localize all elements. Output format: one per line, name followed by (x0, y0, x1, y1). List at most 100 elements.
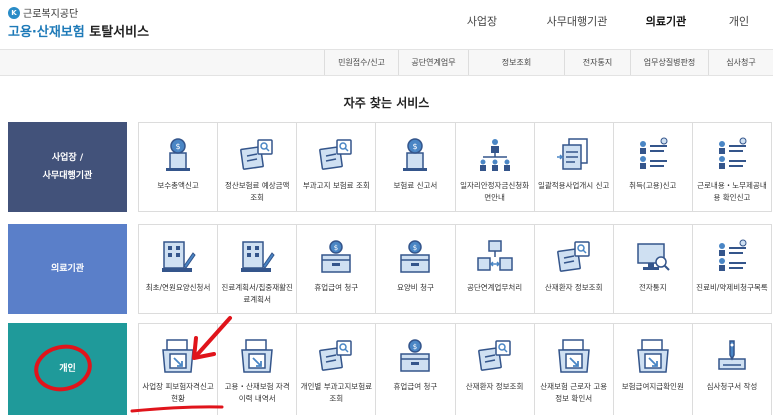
hospital-pen-icon (241, 241, 275, 272)
service-tile[interactable]: 부과고지 보험료 조회 (297, 123, 377, 212)
service-tile-label: 개인별 부과고지보험료 조회 (300, 382, 372, 403)
service-tile[interactable]: 산재환자 정보조회 (455, 324, 535, 415)
people-list-icon (718, 239, 747, 271)
service-tile-label: 최초/연원요양신청서 (145, 283, 211, 292)
svg-text:$: $ (413, 142, 418, 151)
service-tile-label: 보험급여지급확인원 (621, 382, 684, 391)
service-tile-label: 근로내용・노무제공내용 확인신고 (697, 181, 767, 202)
subnav-info-lookup[interactable]: 정보조회 (468, 50, 564, 75)
gnb-agency[interactable]: 사무대행기관 (527, 13, 627, 29)
service-tile-label: 사업장 피보험자격신고현황 (142, 382, 214, 403)
sub-nav: 민원접수/신고 공단연계업무 정보조회 전자통지 업무상질병판정 심사청구 (0, 49, 773, 76)
doc-search-icon (240, 139, 273, 170)
service-tile[interactable]: 정산보험료 예상금액 조회 (218, 123, 298, 212)
logo-title: 고용·산재보험 토탈서비스 (8, 21, 149, 40)
service-tile-label: 심사청구서 작성 (706, 382, 758, 391)
service-tile-label: 산재환자 정보조회 (544, 283, 603, 292)
service-tile[interactable]: $ 보험료 신고서 (376, 123, 456, 212)
download-doc-icon (557, 339, 590, 373)
service-tile-label: 산재환자 정보조회 (465, 382, 524, 391)
service-tile[interactable]: 일자리안정자금신청화면안내 (455, 123, 535, 212)
doc-search-icon (319, 340, 353, 371)
gnb-business[interactable]: 사업장 (437, 13, 527, 29)
service-tile-label: 휴업급여 청구 (393, 382, 438, 391)
service-tile-label: 일괄적용사업개시 신고 (537, 181, 610, 190)
service-tile[interactable]: $ 요양비 청구 (376, 225, 456, 314)
category-business: 사업장 / 사무대행기관 (8, 122, 127, 212)
coin-box-icon: $ (321, 240, 352, 273)
doc-search-icon (556, 241, 590, 272)
category-personal: 개인 (8, 323, 127, 415)
service-tile[interactable]: 취득(고용)신고 (613, 123, 693, 212)
org-chart-icon (479, 139, 510, 171)
service-tile-label: 전자통지 (639, 283, 667, 292)
category-medical: 의료기관 (8, 224, 127, 314)
service-tile-label: 보수총액신고 (157, 181, 199, 190)
service-tile-label: 진료계획서/집중재활진료계획서 (221, 283, 293, 304)
service-tile[interactable]: 고용・산재보험 자격 이력 내역서 (218, 324, 298, 415)
subnav-review-claim[interactable]: 심사청구 (708, 50, 773, 75)
service-tile[interactable]: 전자통지 (613, 225, 693, 314)
service-tile[interactable]: 개인별 부과고지보험료 조회 (297, 324, 377, 415)
monitor-search-icon (637, 243, 670, 271)
service-tile[interactable]: 진료비/약제비청구목록 (692, 225, 772, 314)
coin-box-icon: $ (400, 339, 431, 372)
subnav-linked-work[interactable]: 공단연계업무 (398, 50, 468, 75)
service-tile-label: 일자리안정자금신청화면안내 (460, 181, 530, 202)
site-header: K 근로복지공단 고용·산재보험 토탈서비스 사업장 사무대행기관 의료기관 개… (0, 0, 773, 48)
service-tile[interactable]: 일괄적용사업개시 신고 (534, 123, 614, 212)
service-grid-medical: 최초/연원요양신청서 진료계획서/집중재활진료계획서 $ 휴업급여 청구 $ 요양비 청구… (138, 224, 772, 314)
svg-text:$: $ (176, 142, 181, 151)
service-tile-label: 정산보험료 예상금액 조회 (224, 181, 290, 202)
service-tile-label: 취득(고용)신고 (629, 181, 677, 190)
coin-doc-icon: $ (403, 138, 428, 171)
service-tile[interactable]: 근로내용・노무제공내용 확인신고 (692, 123, 772, 212)
service-tile[interactable]: $ 휴업급여 청구 (376, 324, 456, 415)
download-doc-icon (636, 339, 669, 373)
doc-search-icon (477, 340, 511, 371)
service-tile[interactable]: 산재환자 정보조회 (534, 225, 614, 314)
service-tile-label: 진료비/약제비청구목록 (696, 283, 768, 292)
people-list-icon (718, 137, 747, 169)
download-doc-icon (241, 339, 274, 373)
svg-text:$: $ (413, 244, 417, 252)
service-tile-label: 휴업급여 청구 (314, 283, 359, 292)
logo-title-blue: 고용·산재보험 (8, 25, 85, 40)
service-tile[interactable]: 공단연계업무처리 (455, 225, 535, 314)
service-grid-personal: 사업장 피보험자격신고현황 고용・산재보험 자격 이력 내역서 개인별 부과고지보험… (138, 323, 772, 415)
service-tile-label: 고용・산재보험 자격 이력 내역서 (224, 382, 290, 403)
download-doc-icon (162, 339, 194, 373)
docs-stack-icon (556, 138, 588, 170)
link-folders-icon (476, 240, 513, 271)
pen-doc-icon (718, 340, 746, 370)
service-tile[interactable]: 사업장 피보험자격신고현황 (139, 324, 219, 415)
site-logo[interactable]: K 근로복지공단 고용·산재보험 토탈서비스 (8, 5, 149, 40)
doc-search-icon (319, 139, 353, 170)
service-tile-label: 보험료 신고서 (393, 181, 438, 190)
service-tile[interactable]: 진료계획서/집중재활진료계획서 (218, 225, 298, 314)
global-nav: 사업장 사무대행기관 의료기관 개인 (437, 13, 773, 29)
service-grid-business: $ 보수총액신고 정산보험료 예상금액 조회 부과고지 보험료 조회 $ 보험료 신고서 일… (138, 122, 772, 212)
logo-org-name: 근로복지공단 (23, 9, 79, 20)
service-tile[interactable]: $ 휴업급여 청구 (297, 225, 377, 314)
subnav-disease-judgment[interactable]: 업무상질병판정 (630, 50, 708, 75)
service-tile-label: 요양비 청구 (396, 283, 434, 292)
service-tile[interactable]: 최초/연원요양신청서 (139, 225, 219, 314)
subnav-civil-complaint[interactable]: 민원접수/신고 (324, 50, 398, 75)
subnav-e-notice[interactable]: 전자통지 (564, 50, 630, 75)
gnb-medical[interactable]: 의료기관 (627, 13, 705, 29)
coin-doc-icon: $ (166, 138, 191, 171)
people-list-icon (639, 137, 668, 169)
service-tile[interactable]: 심사청구서 작성 (692, 324, 772, 415)
svg-text:$: $ (413, 343, 417, 351)
gnb-personal[interactable]: 개인 (705, 13, 773, 29)
service-tile-label: 산재보험 근로자 고용정보 확인서 (540, 382, 608, 403)
service-tile[interactable]: 산재보험 근로자 고용정보 확인서 (534, 324, 614, 415)
svg-text:$: $ (334, 244, 338, 252)
logo-title-dark: 토탈서비스 (84, 25, 150, 40)
service-tile-label: 공단연계업무처리 (466, 283, 523, 292)
hospital-pen-icon (162, 241, 196, 272)
service-tile[interactable]: $ 보수총액신고 (139, 123, 219, 212)
coin-box-icon: $ (400, 240, 431, 273)
service-tile[interactable]: 보험급여지급확인원 (613, 324, 693, 415)
